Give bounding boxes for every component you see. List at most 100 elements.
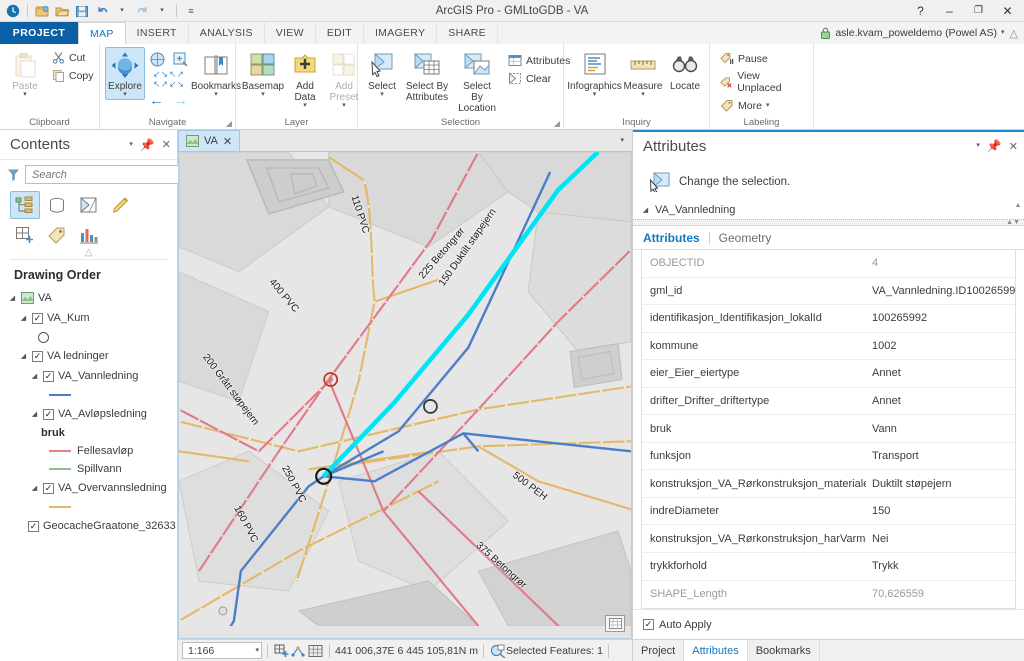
tab-edit[interactable]: EDIT [315,22,364,44]
attributes-close-icon[interactable]: ✕ [1009,140,1018,153]
selected-features-icon[interactable] [489,642,506,659]
tree-item-va-kum[interactable]: ◢ ✓ VA_Kum [8,308,177,328]
redo-caret-icon[interactable]: ▾ [153,2,171,20]
tree-item-va-vannledning[interactable]: ◢ ✓ VA_Vannledning [8,366,177,386]
attr-value[interactable]: Vann [866,423,1015,435]
table-row[interactable]: identifikasjon_Identifikasjon_lokalId 100… [642,305,1015,333]
add-preset-caret-icon[interactable]: ▾ [342,102,346,109]
infographics-caret-icon[interactable]: ▾ [593,91,597,98]
group-checkbox[interactable]: ✓ [32,350,43,362]
table-row[interactable]: SHAPE_Length 70,626559 [642,581,1015,608]
explore-caret-icon[interactable]: ▾ [123,91,127,98]
attr-value[interactable]: 100265992 [866,312,1015,324]
attributes-menu-caret-icon[interactable]: ▾ [976,142,980,149]
list-by-editing-icon[interactable] [106,191,136,219]
more-labeling-button[interactable]: More ▾ [715,97,808,114]
table-row[interactable]: funksjon Transport [642,443,1015,471]
help-button[interactable]: ? [906,0,935,21]
redo-icon[interactable] [133,2,151,20]
view-unplaced-button[interactable]: View Unplaced [715,68,808,96]
fixed-zoom-in-icon[interactable] [170,49,190,69]
attr-value[interactable]: Annet [866,395,1015,407]
next-extent-icon[interactable]: → [173,93,188,108]
overview-map-icon[interactable] [605,615,625,632]
maximize-button[interactable]: ❐ [964,0,993,21]
select-by-location-button[interactable]: Select By Location [453,47,501,116]
list-by-charts-icon[interactable] [74,221,104,249]
zoom-out-arrows2-icon[interactable]: ↙↘ [169,80,184,89]
save-project-icon[interactable] [73,2,91,20]
zoom-in-arrows-icon[interactable]: ↙↘ [153,70,168,79]
measure-caret-icon[interactable]: ▾ [641,91,645,98]
layer-checkbox[interactable]: ✓ [43,370,54,382]
select-by-attributes-button[interactable]: Select By Attributes [403,47,451,105]
filter-icon[interactable] [7,168,20,182]
tree-item-geocache[interactable]: ✓ GeocacheGraatone_32633 [8,516,177,536]
symbol-fellesavlop[interactable]: Fellesavløp [8,442,177,460]
locate-button[interactable]: Locate [666,47,704,94]
undo-caret-icon[interactable]: ▾ [113,2,131,20]
measure-button[interactable]: Measure ▾ [622,47,664,100]
previous-extent-icon[interactable]: ← [149,93,164,108]
select-caret-icon[interactable]: ▾ [380,91,384,98]
attr-value[interactable]: 150 [866,505,1015,517]
list-by-snapping-icon[interactable] [10,221,40,249]
panel-splitter[interactable]: ▲▼ [633,219,1024,226]
map-tab-close-icon[interactable]: ✕ [223,135,232,148]
new-project-icon[interactable] [33,2,51,20]
bookmarks-button[interactable]: Bookmarks ▾ [191,47,241,100]
add-scale-icon[interactable] [273,642,290,659]
attr-value[interactable]: 1002 [866,340,1015,352]
expander-icon[interactable]: ◢ [8,294,17,303]
layer-checkbox[interactable]: ✓ [43,482,54,494]
attr-value[interactable]: Nei [866,533,1015,545]
bottom-tab-project[interactable]: Project [633,640,685,661]
table-row[interactable]: trykkforhold Trykk [642,553,1015,581]
tree-item-va-ledninger[interactable]: ◢ ✓ VA ledninger [8,346,177,366]
map-view[interactable]: 110 PVC 400 PVC 225 Betongrør 150 Duktil… [178,152,632,639]
scale-selector[interactable]: 1:166 ▾ [182,642,262,659]
expander-icon[interactable]: ◢ [30,484,39,493]
tab-imagery[interactable]: IMAGERY [363,22,438,44]
map-tab-va[interactable]: VA ✕ [178,130,241,151]
cut-button[interactable]: Cut [47,49,99,66]
tab-insert[interactable]: INSERT [125,22,189,44]
snapping-icon[interactable] [290,642,307,659]
table-row[interactable]: konstruksjon_VA_Rørkonstruksjon_harVarme… [642,525,1015,554]
auto-apply-checkbox[interactable]: ✓ [643,619,654,630]
attributes-pin-icon[interactable]: 📌 [987,139,1002,153]
undo-icon[interactable] [93,2,111,20]
account-caret-icon[interactable]: ▾ [1001,29,1005,36]
tree-item-va-overvannsledning[interactable]: ◢ ✓ VA_Overvannsledning [8,478,177,498]
minimize-button[interactable]: – [935,0,964,21]
map-canvas[interactable] [179,152,631,626]
selection-scrollbar[interactable]: ▲ [1013,202,1023,209]
tab-project[interactable]: PROJECT [0,22,78,44]
bookmarks-caret-icon[interactable]: ▾ [214,91,218,98]
table-row[interactable]: drifter_Drifter_driftertype Annet [642,388,1015,416]
table-row[interactable]: konstruksjon_VA_Rørkonstruksjon_material… [642,470,1015,498]
attr-value[interactable]: Annet [866,367,1015,379]
table-row[interactable]: gml_id VA_Vannledning.ID100265992 [642,278,1015,306]
zoom-in-arrows2-icon[interactable]: ↖↗ [153,80,168,89]
tab-share[interactable]: SHARE [437,22,498,44]
tab-analysis[interactable]: ANALYSIS [188,22,265,44]
table-row[interactable]: eier_Eier_eiertype Annet [642,360,1015,388]
table-row[interactable]: kommune 1002 [642,333,1015,361]
contents-close-icon[interactable]: ✕ [162,138,171,151]
expander-icon[interactable]: ◢ [19,314,28,323]
zoom-out-arrows-icon[interactable]: ↖↗ [169,70,184,79]
list-by-labeling-icon[interactable] [42,221,72,249]
paste-button[interactable]: Paste ▾ [5,47,45,100]
bottom-tab-attributes[interactable]: Attributes [684,640,748,661]
map-tabs-menu-caret-icon[interactable]: ▾ [620,137,624,144]
add-data-button[interactable]: Add Data ▾ [287,47,323,111]
navigate-dialog-launcher[interactable]: ◢ [226,119,232,128]
copy-button[interactable]: Copy [47,67,99,84]
scale-caret-icon[interactable]: ▾ [255,647,259,654]
tab-view[interactable]: VIEW [264,22,316,44]
basemap-button[interactable]: Basemap ▾ [241,47,285,100]
expander-icon[interactable]: ◢ [30,372,39,381]
account-menu[interactable]: asle.kvam_poweldemo (Powel AS) ▾ [820,27,1005,40]
explore-button[interactable]: Explore ▾ [105,47,145,100]
